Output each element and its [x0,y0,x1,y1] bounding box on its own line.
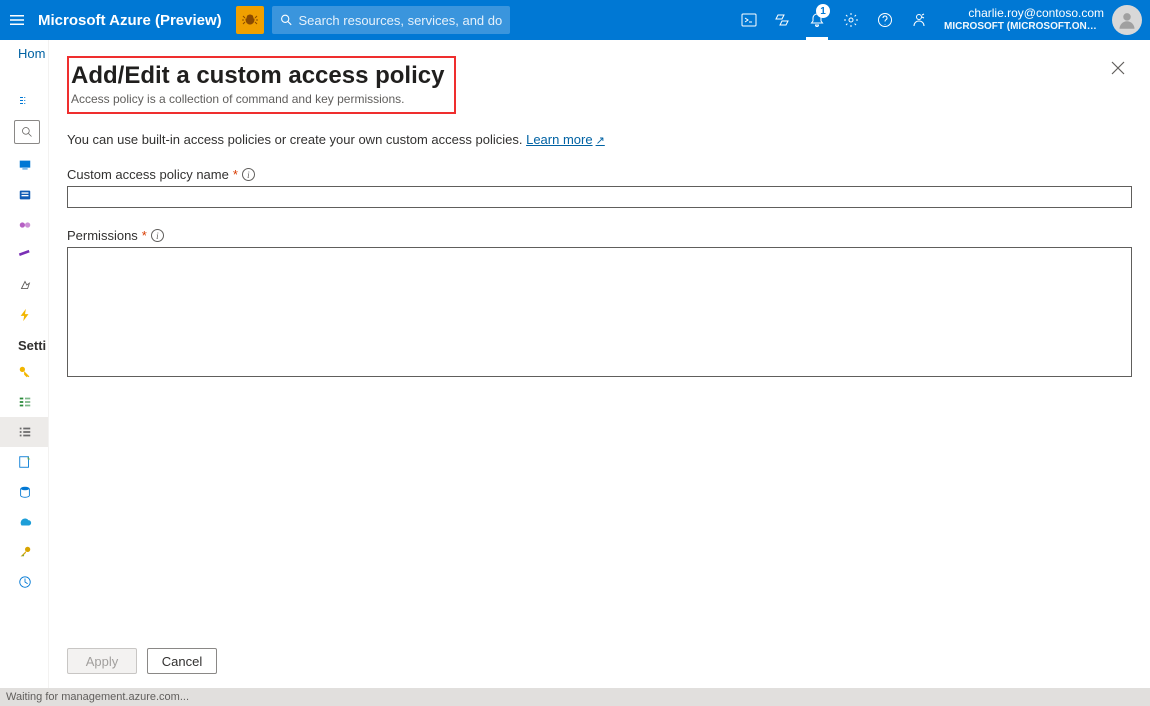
cancel-button[interactable]: Cancel [147,648,217,674]
blade-title: Add/Edit a custom access policy [71,62,444,90]
sidebar-item-4[interactable] [0,240,48,270]
resource-sidebar: Hom Setti [0,40,48,688]
account-menu[interactable]: charlie.roy@contoso.com MICROSOFT (MICRO… [936,5,1150,35]
info-icon[interactable]: i [242,168,255,181]
settings-icon[interactable] [834,0,868,40]
avatar [1112,5,1142,35]
notifications-badge: 1 [816,4,830,18]
sidebar-section-settings: Setti [0,330,48,357]
sidebar-item-1[interactable] [0,150,48,180]
blade-intro-text: You can use built-in access policies or … [67,132,522,147]
hamburger-icon[interactable] [0,0,34,40]
sidebar-item-10[interactable] [0,537,48,567]
global-search[interactable] [272,6,510,34]
close-icon[interactable] [1106,56,1130,80]
sidebar-item-9[interactable] [0,507,48,537]
directories-icon[interactable] [766,0,800,40]
cloud-shell-icon[interactable] [732,0,766,40]
sidebar-icon-overview[interactable] [0,86,48,116]
sidebar-item-access-policy[interactable] [0,417,48,447]
header-actions: 1 charlie.roy@contoso.com MICROSOFT (MIC… [732,0,1150,40]
required-asterisk: * [142,228,147,243]
browser-status-bar: Waiting for management.azure.com... [0,688,1150,706]
feedback-icon[interactable] [902,0,936,40]
sidebar-item-6[interactable] [0,300,48,330]
highlighted-title-box: Add/Edit a custom access policy Access p… [67,56,456,114]
help-icon[interactable] [868,0,902,40]
brand-label[interactable]: Microsoft Azure (Preview) [34,12,236,29]
search-icon [280,13,293,27]
info-icon[interactable]: i [151,229,164,242]
sidebar-item-keys[interactable] [0,357,48,387]
sidebar-item-8[interactable] [0,477,48,507]
breadcrumb[interactable]: Hom [18,46,45,61]
blade-intro-row: You can use built-in access policies or … [67,132,1132,147]
apply-button[interactable]: Apply [67,648,137,674]
learn-more-link[interactable]: Learn more↗ [526,132,605,147]
external-link-icon: ↗ [596,135,605,147]
blade-subtitle: Access policy is a collection of command… [71,92,444,106]
required-asterisk: * [233,167,238,182]
preview-bug-button[interactable] [236,6,264,34]
sidebar-item-3[interactable] [0,210,48,240]
policy-name-label: Custom access policy name * i [67,167,1132,182]
azure-top-header: Microsoft Azure (Preview) 1 charlie.roy [0,0,1150,40]
sidebar-item-11[interactable] [0,567,48,597]
sidebar-item-auth[interactable] [0,387,48,417]
status-text: Waiting for management.azure.com... [6,691,189,703]
global-search-input[interactable] [298,13,501,28]
policy-name-input[interactable] [67,186,1132,208]
permissions-input[interactable] [67,247,1132,377]
permissions-label: Permissions * i [67,228,1132,243]
notifications-icon[interactable]: 1 [800,0,834,40]
sidebar-search[interactable] [14,120,40,144]
account-tenant: MICROSOFT (MICROSOFT.ONMI... [944,20,1104,33]
sidebar-item-7[interactable] [0,447,48,477]
account-email: charlie.roy@contoso.com [944,7,1104,20]
sidebar-item-5[interactable] [0,270,48,300]
sidebar-item-2[interactable] [0,180,48,210]
custom-access-policy-blade: Add/Edit a custom access policy Access p… [48,40,1150,688]
